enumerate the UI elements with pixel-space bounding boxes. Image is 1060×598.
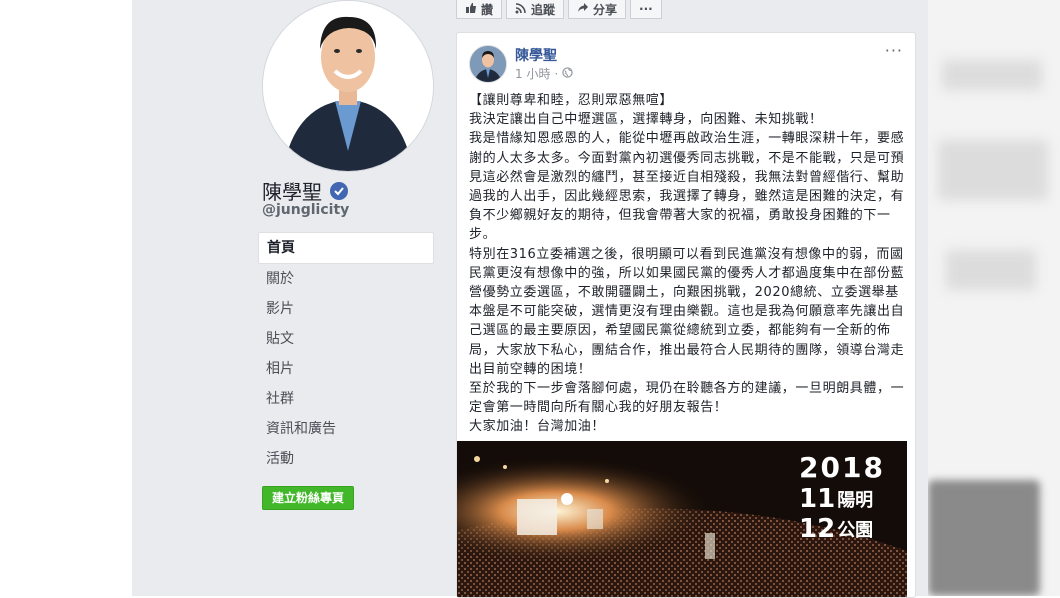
page-name-row: 陳學聖: [262, 176, 348, 205]
post-author[interactable]: 陳學聖: [515, 45, 557, 65]
post-card: 陳學聖 1 小時 · ··· 【讓則尊卑和睦，忍則眾惡無喧】 我決定讓出自己中壢…: [456, 32, 916, 598]
post-paragraph: 我決定讓出自己中壢選區，選擇轉身，向困難、未知挑戰！: [469, 112, 823, 128]
rss-icon: [515, 2, 527, 17]
nav-item-events[interactable]: 活動: [258, 444, 434, 474]
badge-place-bottom: 公園: [837, 520, 874, 541]
share-label: 分享: [593, 2, 618, 17]
author-avatar[interactable]: [469, 45, 507, 83]
post-photo[interactable]: 2018 11 陽明 12 公園: [457, 441, 907, 597]
nav-item-videos[interactable]: 影片: [258, 294, 434, 324]
post-body: 【讓則尊卑和睦，忍則眾惡無喧】 我決定讓出自己中壢選區，選擇轉身，向困難、未知挑…: [469, 91, 905, 437]
badge-year: 2018: [799, 451, 885, 484]
dot-separator: ·: [554, 66, 559, 81]
page-nav: 首頁 關於 影片 貼文 相片 社群 資訊和廣告 活動: [258, 232, 434, 474]
blurred-right-panel: [928, 0, 1060, 596]
globe-icon[interactable]: [562, 66, 573, 81]
page-handle[interactable]: @junglicity: [262, 202, 349, 218]
nav-item-about[interactable]: 關於: [258, 264, 434, 294]
nav-item-posts[interactable]: 貼文: [258, 324, 434, 354]
post-options-button[interactable]: ···: [885, 41, 903, 60]
event-date-badge: 2018 11 陽明 12 公園: [799, 451, 899, 544]
badge-month: 11: [799, 484, 836, 514]
thumbs-up-icon: [465, 2, 477, 17]
post-paragraph: 【讓則尊卑和睦，忍則眾惡無喧】: [469, 93, 674, 108]
post-paragraph: 至於我的下一步會落腳何處，現仍在聆聽各方的建議，一旦明朗具體，一定會第一時間向所…: [469, 381, 905, 416]
profile-picture[interactable]: [262, 0, 434, 172]
post-timestamp[interactable]: 1 小時: [515, 65, 550, 82]
more-actions-button[interactable]: ···: [630, 0, 662, 19]
verified-badge-icon: [330, 181, 348, 200]
nav-item-info-ads[interactable]: 資訊和廣告: [258, 414, 434, 444]
badge-place-top: 陽明: [837, 490, 874, 511]
post-paragraph: 大家加油！台灣加油！: [469, 419, 606, 435]
follow-button[interactable]: 追蹤: [506, 0, 565, 19]
like-button[interactable]: 讚: [456, 0, 503, 19]
share-arrow-icon: [577, 2, 589, 17]
create-page-button[interactable]: 建立粉絲專頁: [262, 486, 355, 510]
page-title: 陳學聖: [262, 180, 322, 204]
nav-item-community[interactable]: 社群: [258, 384, 434, 414]
like-label: 讚: [481, 2, 494, 17]
share-button[interactable]: 分享: [568, 0, 627, 19]
nav-item-home[interactable]: 首頁: [258, 232, 434, 264]
page-actions: 讚 追蹤 分享 ···: [456, 0, 666, 19]
post-paragraph: 特別在316立委補選之後，很明顯可以看到民進黨沒有想像中的弱，而國民黨更沒有想像…: [469, 246, 905, 377]
badge-day: 12: [799, 514, 836, 544]
nav-item-photos[interactable]: 相片: [258, 354, 434, 384]
post-paragraph: 我是惜緣知恩感恩的人，能從中壢再啟政治生涯，一轉眼深耕十年，要感謝的人太多太多。…: [469, 131, 905, 243]
follow-label: 追蹤: [531, 2, 556, 17]
post-meta: 1 小時 ·: [515, 65, 573, 82]
